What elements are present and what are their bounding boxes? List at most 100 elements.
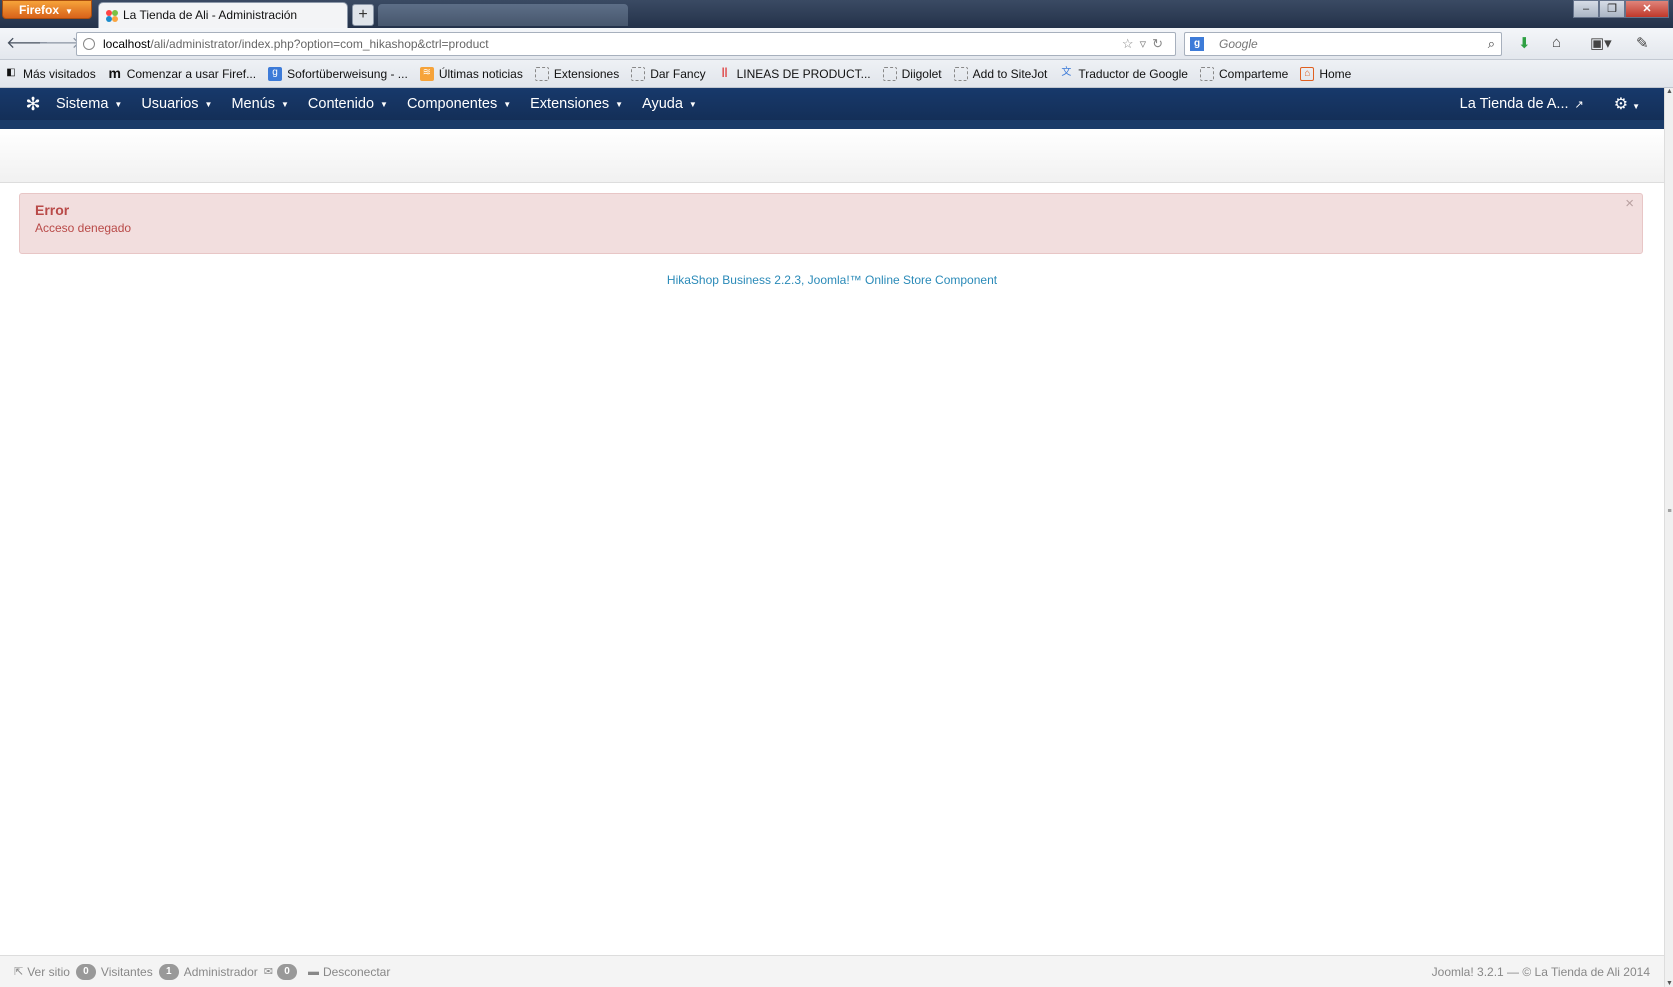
bookmark-label: LINEAS DE PRODUCT... bbox=[736, 66, 871, 81]
scroll-grip-icon[interactable]: ≡ bbox=[1665, 508, 1673, 515]
bookmark-item[interactable]: ≋ Últimas noticias bbox=[419, 66, 523, 81]
bookmark-label: Sofortüberweisung - ... bbox=[287, 66, 408, 81]
restore-button[interactable]: ❐ bbox=[1599, 0, 1625, 18]
search-input[interactable]: g Google ⌕ bbox=[1184, 32, 1502, 56]
hikashop-link[interactable]: HikaShop Business 2.2.3, Joomla!™ Online… bbox=[0, 273, 1664, 287]
menu-contenido[interactable]: Contenido ▼ bbox=[308, 96, 388, 112]
bookmark-item[interactable]: Dar Fancy bbox=[631, 66, 706, 81]
caret-down-icon: ▼ bbox=[1632, 102, 1640, 111]
bookmark-item[interactable]: || LINEAS DE PRODUCT... bbox=[718, 67, 871, 81]
download-icon[interactable]: ⬇ bbox=[1518, 34, 1531, 52]
visitors-badge: 0 bbox=[75, 963, 96, 980]
bookmark-item[interactable]: ⌂ Home bbox=[1300, 66, 1351, 81]
minimize-button[interactable]: – bbox=[1573, 0, 1599, 18]
tab-inactive[interactable] bbox=[378, 4, 628, 26]
back-icon[interactable]: 🡐 bbox=[6, 34, 49, 54]
scroll-up-icon[interactable]: ▲ bbox=[1665, 88, 1673, 95]
page-icon bbox=[882, 66, 897, 81]
header-right: La Tienda de A... ↗ ⚙ ▼ bbox=[1460, 88, 1640, 120]
caret-down-icon: ▼ bbox=[204, 99, 213, 109]
alert-title: Error bbox=[35, 202, 70, 218]
page-icon bbox=[953, 66, 968, 81]
menu-menus[interactable]: Menús ▼ bbox=[231, 96, 288, 112]
joomla-admin-menu: ✻ Sistema ▼ Usuarios ▼ Menús ▼ Contenido ▼ C… bbox=[0, 88, 1664, 120]
copyright-text: Joomla! 3.2.1 — © La Tienda de Ali 2014 bbox=[1431, 965, 1650, 979]
bookmark-label: Diigolet bbox=[901, 66, 942, 81]
bookmark-label: Add to SiteJot bbox=[972, 66, 1048, 81]
envelope-icon: ✉ bbox=[263, 966, 273, 978]
menu-sistema[interactable]: Sistema ▼ bbox=[56, 96, 122, 112]
firefox-label: Firefox bbox=[19, 3, 60, 17]
bookmark-item[interactable]: Add to SiteJot bbox=[953, 66, 1048, 81]
header-band bbox=[0, 120, 1664, 129]
bookmark-label: Comenzar a usar Firef... bbox=[126, 66, 257, 81]
bookmark-item[interactable]: Diigolet bbox=[882, 66, 942, 81]
search-icon[interactable]: ⌕ bbox=[1488, 33, 1495, 55]
bookmark-item[interactable]: ◧ Más visitados bbox=[4, 67, 95, 81]
globe-icon bbox=[83, 38, 95, 50]
site-name-link[interactable]: La Tienda de A... bbox=[1460, 96, 1569, 112]
addon-icon[interactable]: ✎ bbox=[1636, 34, 1649, 52]
menu-componentes[interactable]: Componentes ▼ bbox=[407, 96, 511, 112]
bookmark-item[interactable]: m Comenzar a usar Firef... bbox=[108, 66, 257, 81]
caret-down-icon: ▼ bbox=[380, 99, 388, 109]
page-icon bbox=[534, 66, 549, 81]
user-menu-button[interactable]: ⚙ ▼ bbox=[1614, 94, 1640, 114]
close-window-button[interactable]: ✕ bbox=[1625, 0, 1669, 18]
firefox-menu-button[interactable]: Firefox ▼ bbox=[2, 0, 92, 19]
url-path: /ali/administrator/index.php?option=com_… bbox=[150, 37, 489, 51]
bookmark-star-icon[interactable]: ☆ bbox=[1122, 36, 1140, 51]
menu-label: Sistema bbox=[56, 96, 109, 112]
caret-down-icon: ▼ bbox=[280, 99, 289, 109]
logout-label: Desconectar bbox=[322, 964, 391, 979]
admins-label: Administrador bbox=[183, 964, 258, 979]
menu-label: Extensiones bbox=[530, 96, 610, 112]
bookmark-item[interactable]: g Sofortüberweisung - ... bbox=[268, 66, 408, 81]
caret-down-icon: ▼ bbox=[615, 99, 624, 109]
external-link-icon: ↗ bbox=[1574, 98, 1584, 111]
messages-indicator[interactable]: ✉ 0 bbox=[263, 963, 302, 980]
joomla-favicon-icon bbox=[106, 10, 118, 22]
tab-active[interactable]: La Tienda de Ali - Administración bbox=[98, 2, 348, 28]
window-titlebar: Firefox ▼ La Tienda de Ali - Administraci… bbox=[0, 0, 1673, 28]
bookmark-label: Traductor de Google bbox=[1078, 66, 1188, 81]
bookmark-label: Últimas noticias bbox=[438, 66, 523, 81]
home-icon[interactable]: ⌂ bbox=[1552, 34, 1561, 51]
new-tab-button[interactable]: + bbox=[352, 4, 374, 26]
bookmark-item[interactable]: Comparteme bbox=[1199, 66, 1288, 81]
google-icon: g bbox=[268, 66, 283, 81]
joomla-logo-icon[interactable]: ✻ bbox=[16, 88, 50, 120]
visitors-label: Visitantes bbox=[100, 964, 153, 979]
visitors-indicator: 0 Visitantes bbox=[75, 963, 153, 980]
bookmark-item[interactable]: 文 Traductor de Google bbox=[1059, 67, 1188, 81]
view-site-link[interactable]: ⇱ Ver sitio bbox=[14, 965, 70, 979]
view-site-label: Ver sitio bbox=[27, 964, 70, 979]
scrollbar[interactable]: ▲ ≡ ▼ bbox=[1664, 88, 1673, 987]
scroll-down-icon[interactable]: ▼ bbox=[1665, 980, 1673, 987]
error-alert: Error Acceso denegado × bbox=[19, 193, 1643, 254]
bookmark-label: Dar Fancy bbox=[650, 66, 706, 81]
url-bar[interactable]: localhost/ali/administrator/index.php?op… bbox=[76, 32, 1176, 56]
home-bookmark-icon: ⌂ bbox=[1300, 66, 1315, 81]
close-icon[interactable]: × bbox=[1625, 195, 1634, 212]
logout-link[interactable]: ▬ Desconectar bbox=[308, 965, 390, 979]
menu-label: Usuarios bbox=[141, 96, 199, 112]
forward-icon[interactable]: 🡒 bbox=[38, 34, 81, 54]
caret-down-icon: ▼ bbox=[503, 99, 512, 109]
dropdown-icon[interactable]: ▿ bbox=[1140, 36, 1153, 51]
reload-icon[interactable]: ↻ bbox=[1152, 36, 1169, 51]
bookmark-item[interactable]: Extensiones bbox=[534, 66, 619, 81]
caret-down-icon: ▼ bbox=[114, 99, 123, 109]
menu-extensiones[interactable]: Extensiones ▼ bbox=[530, 96, 623, 112]
page-icon bbox=[1199, 66, 1214, 81]
menu-label: Ayuda bbox=[642, 96, 683, 112]
red-bars-icon: || bbox=[721, 66, 728, 78]
menu-ayuda[interactable]: Ayuda ▼ bbox=[642, 96, 697, 112]
chevron-down-icon: ▼ bbox=[65, 7, 73, 16]
bookmarks-menu-icon[interactable]: ▣▾ bbox=[1590, 34, 1612, 52]
admins-indicator: 1 Administrador bbox=[158, 963, 258, 980]
page-icon bbox=[631, 66, 646, 81]
menu-usuarios[interactable]: Usuarios ▼ bbox=[141, 96, 212, 112]
search-placeholder: Google bbox=[1219, 37, 1258, 51]
google-icon[interactable]: g bbox=[1190, 37, 1204, 51]
